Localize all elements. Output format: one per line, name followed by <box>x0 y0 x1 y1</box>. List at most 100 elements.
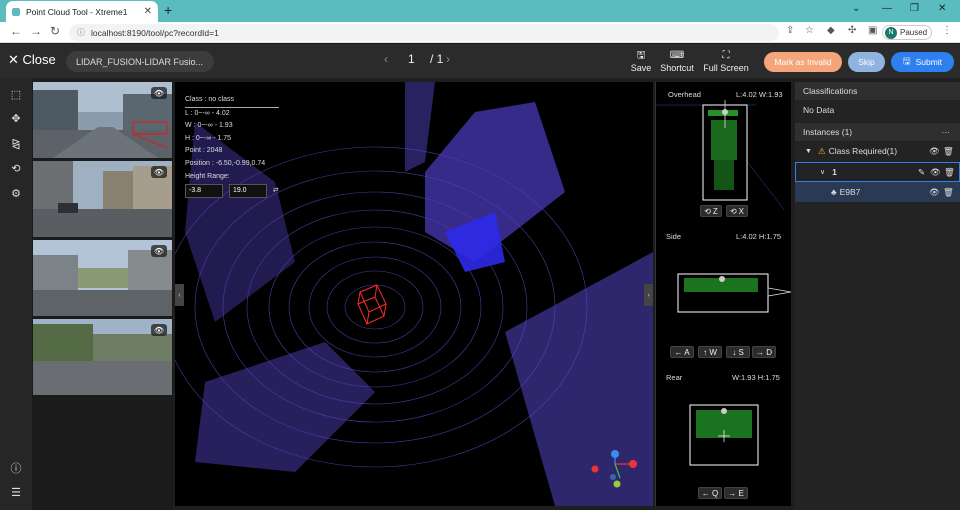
info-height: H : 0~-∞ - 1.75 <box>185 134 232 142</box>
flip-tool-icon[interactable]: ⧎ <box>4 132 28 154</box>
visibility-eye-icon[interactable]: 👁 <box>151 324 167 336</box>
create-box-tool-icon[interactable]: ⬚ <box>4 83 28 105</box>
share-icon[interactable]: ⇪ <box>786 25 794 36</box>
reload-icon[interactable]: ↻ <box>50 24 60 38</box>
dataset-name-pill[interactable]: LIDAR_FUSION-LIDAR Fusio... <box>66 51 214 72</box>
window-close-icon[interactable]: ✕ <box>938 3 946 14</box>
instance-id: 1 <box>832 167 837 177</box>
menu-icon[interactable]: ⋮ <box>942 25 952 36</box>
save-icon: 🖫 <box>636 50 646 61</box>
fullscreen-button[interactable]: ⛶ Full Screen <box>702 50 750 73</box>
minimize-icon[interactable]: — <box>882 3 892 14</box>
close-button[interactable]: ✕ Close <box>8 52 56 68</box>
class-required-label: Class Required(1) <box>828 146 898 156</box>
shortcut-button[interactable]: ⌨ Shortcut <box>658 50 696 73</box>
skip-button[interactable]: Skip <box>848 52 885 72</box>
camera-thumbnail[interactable]: 👁 <box>33 240 172 316</box>
restore-icon[interactable]: ❐ <box>910 3 919 14</box>
next-page-icon[interactable]: › <box>446 52 450 66</box>
expand-icon[interactable]: ∨ <box>820 168 825 176</box>
back-icon[interactable]: ← <box>10 24 22 38</box>
visibility-eye-icon[interactable]: 👁 <box>151 87 167 99</box>
tab-search-icon[interactable]: ⌄ <box>852 3 860 14</box>
no-data-text: No Data <box>803 105 835 115</box>
swap-icon[interactable]: ⇄ <box>273 187 279 194</box>
rotate-z-button[interactable]: ⟲ Z <box>700 205 722 217</box>
track-row[interactable]: ♣ E9B7 👁 🗑 <box>795 182 960 202</box>
puzzle-icon[interactable]: ✣ <box>848 25 856 36</box>
visibility-eye-icon[interactable]: 👁 <box>930 167 941 178</box>
avatar: N <box>885 26 897 39</box>
submit-button[interactable]: 🖫 Submit <box>891 52 954 72</box>
instances-header[interactable]: Instances (1) ··· <box>795 123 960 141</box>
delete-icon[interactable]: 🗑 <box>943 146 954 157</box>
instance-row[interactable]: ∨ 1 ✎ 👁 🗑 <box>795 162 960 182</box>
close-icon: ✕ <box>8 52 19 67</box>
visibility-eye-icon[interactable]: 👁 <box>151 245 167 257</box>
rotate-x-button[interactable]: ⟲ X <box>726 205 748 217</box>
move-tool-icon[interactable]: ✥ <box>4 107 28 129</box>
collapse-left-icon[interactable]: ‹ <box>175 284 184 306</box>
sidepanel-icon[interactable]: ▣ <box>868 25 877 36</box>
right-panel: Classifications No Data Instances (1) ··… <box>795 82 960 510</box>
url-field[interactable]: ⓘ localhost:8190/tool/pc?recordId=1 <box>69 24 779 41</box>
more-options-icon[interactable]: ··· <box>942 123 951 141</box>
move-left-a-button[interactable]: ← A <box>670 346 694 358</box>
move-down-s-button[interactable]: ↓ S <box>726 346 750 358</box>
rotate-z-label: Z <box>712 206 718 216</box>
rotate-tool-icon[interactable]: ⟲ <box>4 157 28 179</box>
collapse-right-icon[interactable]: › <box>644 284 653 306</box>
side-dims: L:4.02 H:1.75 <box>736 232 782 241</box>
camera-thumbnail-column: 👁 👁 👁 👁 <box>32 82 173 510</box>
info-width: W : 0~-∞ - 1.93 <box>185 122 233 130</box>
camera-thumbnail[interactable]: 👁 <box>33 161 172 237</box>
box-info-panel: Class : no class L : 0~-∞ - 4.02 W : 0~-… <box>185 94 279 199</box>
rotate-right-e-button[interactable]: → E <box>724 487 748 499</box>
browser-tab[interactable]: Point Cloud Tool - Xtreme1 ✕ <box>6 1 158 22</box>
overhead-view[interactable] <box>656 100 792 210</box>
visibility-eye-icon[interactable]: 👁 <box>151 166 167 178</box>
site-info-icon[interactable]: ⓘ <box>77 27 85 38</box>
class-group-row[interactable]: ▼ ⚠ Class Required(1) 👁 🗑 <box>795 142 960 160</box>
info-length: L : 0~-∞ - 4.02 <box>185 109 230 117</box>
prev-page-icon[interactable]: ‹ <box>384 52 388 66</box>
profile-button[interactable]: N Paused <box>882 25 932 40</box>
instances-title: Instances (1) <box>803 127 853 137</box>
more-tools-icon[interactable]: ⚙ <box>4 182 28 204</box>
rear-dims: W:1.93 H:1.75 <box>732 373 780 382</box>
settings-sliders-icon[interactable]: ☰ <box>4 481 28 503</box>
mark-invalid-button[interactable]: Mark as Invalid <box>764 52 842 72</box>
bookmark-star-icon[interactable]: ☆ <box>805 25 814 36</box>
info-class: Class : no class <box>185 94 279 108</box>
move-up-w-button[interactable]: ↑ W <box>698 346 722 358</box>
move-right-d-button[interactable]: → D <box>752 346 776 358</box>
expand-icon[interactable]: ▼ <box>805 148 812 155</box>
height-max-input[interactable]: 19.0 <box>228 184 267 199</box>
rear-view[interactable] <box>656 400 792 470</box>
rotate-left-q-button[interactable]: ← Q <box>698 487 722 499</box>
save-button[interactable]: 🖫 Save <box>629 50 653 73</box>
info-position: Position : -6.50,-0.99,0.74 <box>185 159 266 167</box>
visibility-eye-icon[interactable]: 👁 <box>929 187 940 198</box>
close-label: Close <box>22 52 56 67</box>
classifications-header[interactable]: Classifications <box>795 82 960 100</box>
forward-icon[interactable]: → <box>30 24 42 38</box>
delete-icon[interactable]: 🗑 <box>944 167 955 178</box>
point-cloud-viewport[interactable]: Class : no class L : 0~-∞ - 4.02 W : 0~-… <box>175 82 653 506</box>
info-icon[interactable]: ⓘ <box>4 457 28 479</box>
height-min-input[interactable]: -3.8 <box>185 184 223 199</box>
delete-icon[interactable]: 🗑 <box>943 187 954 198</box>
edit-icon[interactable]: ✎ <box>918 167 925 178</box>
new-tab-icon[interactable]: + <box>164 2 172 18</box>
profile-status: Paused <box>900 28 928 37</box>
camera-thumbnail[interactable]: 👁 <box>33 82 172 158</box>
extension-icon[interactable]: ◆ <box>827 25 835 36</box>
rotate-icon: ⟲ <box>729 206 737 216</box>
side-view[interactable] <box>656 270 792 320</box>
browser-tab-strip: Point Cloud Tool - Xtreme1 ✕ + ⌄ — ❐ ✕ <box>0 0 960 22</box>
camera-thumbnail[interactable]: 👁 <box>33 319 172 395</box>
visibility-eye-icon[interactable]: 👁 <box>929 146 940 157</box>
close-tab-icon[interactable]: ✕ <box>144 6 152 17</box>
page-current[interactable]: 1 <box>408 52 415 66</box>
app-toolbar: ✕ Close LIDAR_FUSION-LIDAR Fusio... ‹ 1 … <box>0 44 960 78</box>
